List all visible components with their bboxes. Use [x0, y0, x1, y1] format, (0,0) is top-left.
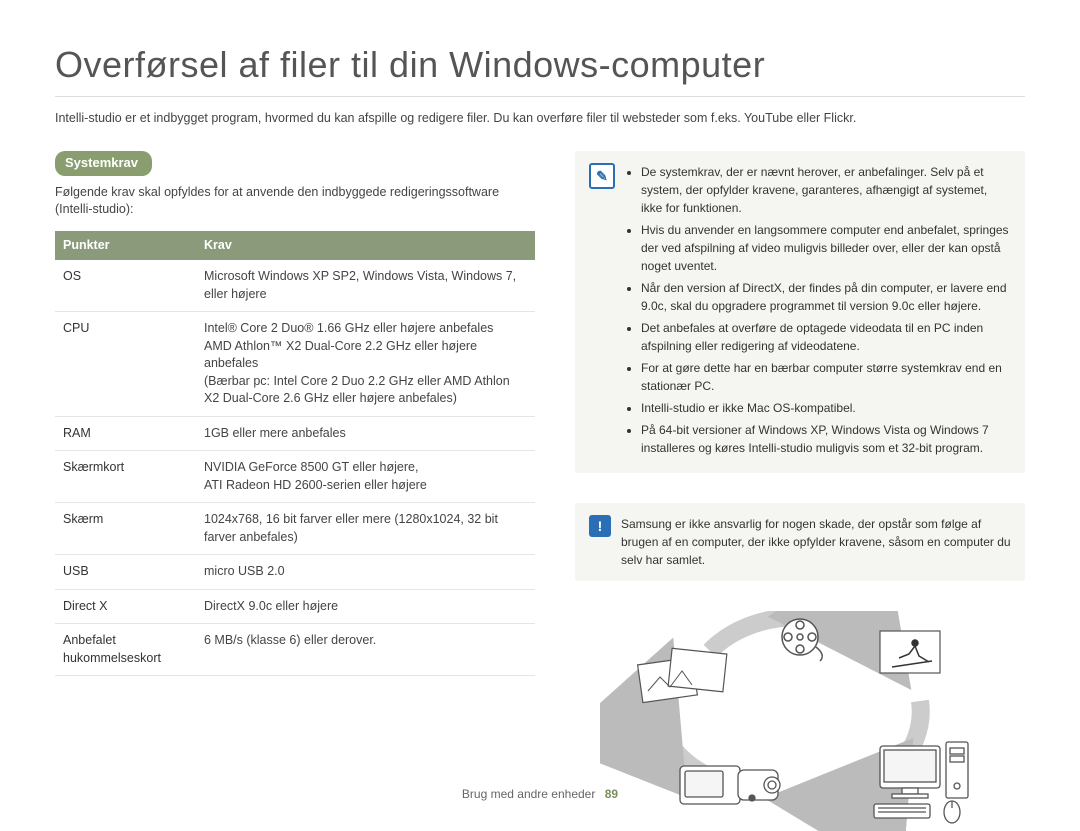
- table-header-punkter: Punkter: [55, 231, 196, 261]
- table-row: Skærm1024x768, 16 bit farver eller mere …: [55, 503, 535, 555]
- table-row: Anbefalet hukommelseskort6 MB/s (klasse …: [55, 624, 535, 676]
- table-cell-punkter: CPU: [55, 312, 196, 417]
- table-cell-punkter: USB: [55, 555, 196, 590]
- list-item: Intelli-studio er ikke Mac OS-kompatibel…: [641, 399, 1011, 417]
- table-cell-punkter: Direct X: [55, 589, 196, 624]
- info-note-list: De systemkrav, der er nævnt herover, er …: [625, 163, 1011, 461]
- table-cell-krav: 1024x768, 16 bit farver eller mere (1280…: [196, 503, 535, 555]
- list-item: Det anbefales at overføre de optagede vi…: [641, 319, 1011, 355]
- list-item: De systemkrav, der er nævnt herover, er …: [641, 163, 1011, 217]
- table-cell-punkter: Skærmkort: [55, 451, 196, 503]
- table-cell-punkter: OS: [55, 260, 196, 312]
- table-cell-krav: 6 MB/s (klasse 6) eller derover.: [196, 624, 535, 676]
- footer-section-label: Brug med andre enheder: [462, 787, 595, 801]
- table-row: CPUIntel® Core 2 Duo® 1.66 GHz eller høj…: [55, 312, 535, 417]
- list-item: Når den version af DirectX, der findes p…: [641, 279, 1011, 315]
- table-cell-punkter: Skærm: [55, 503, 196, 555]
- footer-page-number: 89: [605, 787, 618, 801]
- table-row: Direct XDirectX 9.0c eller højere: [55, 589, 535, 624]
- page-title: Overførsel af filer til din Windows-comp…: [55, 40, 1025, 97]
- table-row: RAM1GB eller mere anbefales: [55, 416, 535, 451]
- table-row: OSMicrosoft Windows XP SP2, Windows Vist…: [55, 260, 535, 312]
- table-cell-krav: 1GB eller mere anbefales: [196, 416, 535, 451]
- table-row: SkærmkortNVIDIA GeForce 8500 GT eller hø…: [55, 451, 535, 503]
- table-cell-krav: NVIDIA GeForce 8500 GT eller højere, ATI…: [196, 451, 535, 503]
- info-note-box: ✎ De systemkrav, der er nævnt herover, e…: [575, 151, 1025, 473]
- info-icon: ✎: [589, 163, 615, 189]
- table-header-krav: Krav: [196, 231, 535, 261]
- list-item: På 64-bit versioner af Windows XP, Windo…: [641, 421, 1011, 457]
- section-description: Følgende krav skal opfyldes for at anven…: [55, 184, 535, 219]
- page-footer: Brug med andre enheder 89: [0, 786, 1080, 803]
- section-heading-pill: Systemkrav: [55, 151, 152, 175]
- warning-note-text: Samsung er ikke ansvarlig for nogen skad…: [621, 515, 1011, 569]
- warning-note-box: ! Samsung er ikke ansvarlig for nogen sk…: [575, 503, 1025, 581]
- intro-paragraph: Intelli-studio er et indbygget program, …: [55, 110, 1025, 128]
- two-column-layout: Systemkrav Følgende krav skal opfyldes f…: [55, 151, 1025, 831]
- table-cell-krav: DirectX 9.0c eller højere: [196, 589, 535, 624]
- manual-page: Overførsel af filer til din Windows-comp…: [0, 0, 1080, 825]
- table-cell-krav: Intel® Core 2 Duo® 1.66 GHz eller højere…: [196, 312, 535, 417]
- list-item: Hvis du anvender en langsommere computer…: [641, 221, 1011, 275]
- table-row: USBmicro USB 2.0: [55, 555, 535, 590]
- table-cell-punkter: RAM: [55, 416, 196, 451]
- table-cell-krav: micro USB 2.0: [196, 555, 535, 590]
- requirements-table: Punkter Krav OSMicrosoft Windows XP SP2,…: [55, 231, 535, 677]
- left-column: Systemkrav Følgende krav skal opfyldes f…: [55, 151, 535, 831]
- right-column: ✎ De systemkrav, der er nævnt herover, e…: [575, 151, 1025, 831]
- list-item: For at gøre dette har en bærbar computer…: [641, 359, 1011, 395]
- warning-icon: !: [589, 515, 611, 537]
- table-cell-punkter: Anbefalet hukommelseskort: [55, 624, 196, 676]
- table-cell-krav: Microsoft Windows XP SP2, Windows Vista,…: [196, 260, 535, 312]
